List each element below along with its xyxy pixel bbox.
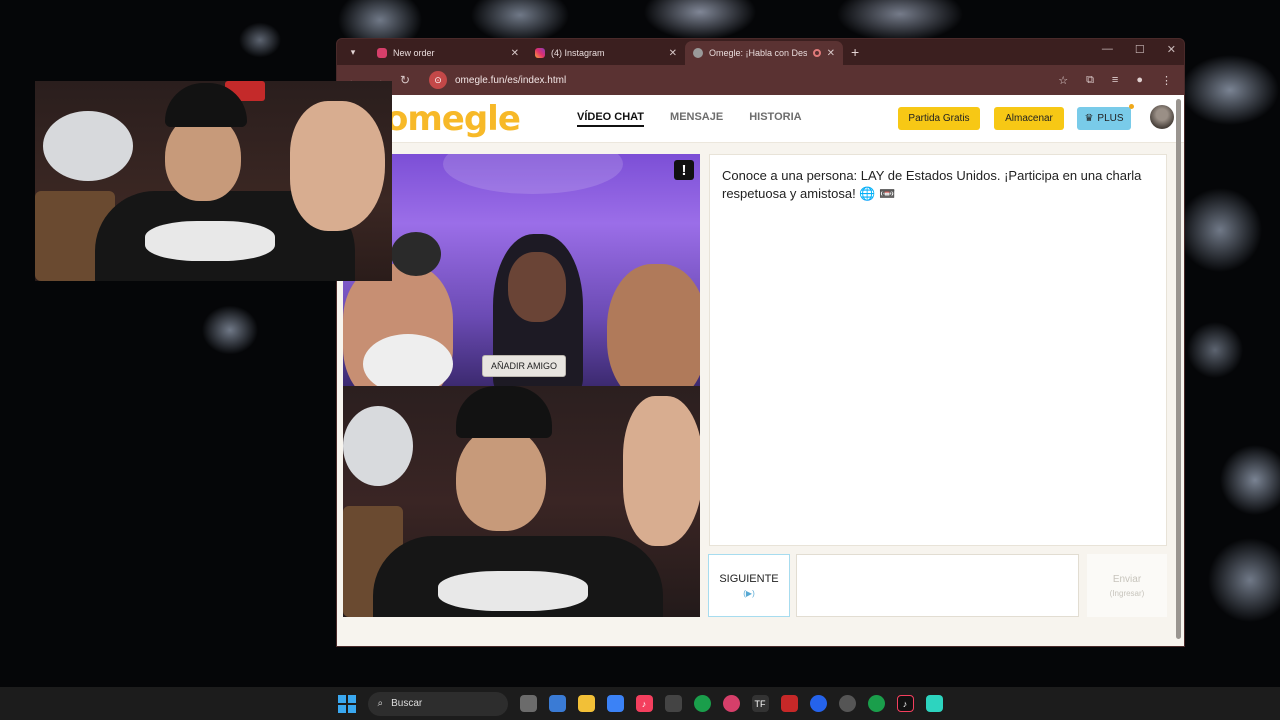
file-explorer-icon[interactable]	[577, 695, 595, 712]
nav-history[interactable]: HISTORIA	[749, 111, 801, 127]
camera-object	[391, 232, 441, 276]
chat-log: Conoce a una persona: LAY de Estados Uni…	[709, 154, 1167, 546]
app-icon[interactable]	[925, 695, 943, 712]
notification-dot	[1129, 104, 1134, 109]
media-control-icon[interactable]: ≡	[1112, 74, 1118, 87]
self-face	[456, 426, 546, 531]
left-person-shirt	[363, 334, 453, 386]
edge-icon[interactable]	[809, 695, 827, 712]
reload-icon[interactable]: ↻	[397, 73, 413, 87]
taskbar-search[interactable]: ⌕ Buscar	[367, 691, 508, 716]
browser-menu-icon[interactable]: ⋮	[1161, 74, 1172, 87]
recording-icon	[812, 49, 821, 57]
tab-search-icon[interactable]: ▾	[343, 42, 363, 62]
user-avatar[interactable]	[1150, 105, 1174, 129]
add-friend-button[interactable]: AÑADIR AMIGO	[482, 355, 567, 377]
omegle-page: omegle VÍDEO CHAT MENSAJE HISTORIA Parti…	[337, 95, 1184, 646]
close-tab-icon[interactable]: ✕	[827, 48, 835, 59]
search-icon: ⌕	[377, 698, 384, 709]
browser-window: ▾ New order ✕ (4) Instagram ✕ Omegle: ¡H…	[336, 38, 1185, 647]
screen-recorder-icon[interactable]	[722, 695, 740, 712]
obs-icon[interactable]	[838, 695, 856, 712]
center-person-face	[508, 252, 566, 322]
stranger-video: ! AÑADIR AMIGO	[343, 154, 700, 386]
tab-title: Omegle: ¡Habla con Descon	[709, 48, 807, 58]
crown-icon: ♛	[1084, 113, 1094, 124]
plus-label: PLUS	[1097, 113, 1124, 124]
app-icon[interactable]	[664, 695, 682, 712]
next-hint: (▶)	[743, 589, 755, 598]
tab-title: New order	[393, 48, 435, 58]
webcam-hand	[290, 101, 385, 231]
tiktok-icon[interactable]: ♪	[896, 695, 914, 712]
widgets-icon[interactable]	[548, 695, 566, 712]
shirt-graphic	[438, 571, 588, 611]
ceiling-light	[443, 154, 623, 194]
chrome-icon[interactable]	[693, 695, 711, 712]
tab-bar: ▾ New order ✕ (4) Instagram ✕ Omegle: ¡H…	[337, 39, 1184, 65]
shop-favicon-icon	[377, 48, 387, 58]
task-view-icon[interactable]	[519, 695, 537, 712]
self-cap	[456, 386, 552, 438]
send-button[interactable]: Enviar (Ingresar)	[1087, 554, 1167, 617]
omegle-logo[interactable]: omegle	[385, 99, 521, 139]
close-tab-icon[interactable]: ✕	[669, 48, 677, 59]
next-label: SIGUIENTE	[719, 573, 779, 585]
background-pillow	[343, 406, 413, 486]
tab-new-order[interactable]: New order ✕	[369, 41, 527, 65]
search-placeholder: Buscar	[391, 698, 423, 709]
tab-instagram[interactable]: (4) Instagram ✕	[527, 41, 685, 65]
store-icon[interactable]	[606, 695, 624, 712]
minimize-icon[interactable]: —	[1102, 43, 1113, 56]
message-input[interactable]	[796, 554, 1079, 617]
right-person	[607, 264, 700, 386]
plus-button[interactable]: ♛ PLUS	[1077, 104, 1134, 130]
nav-video-chat[interactable]: VÍDEO CHAT	[577, 111, 645, 127]
instagram-favicon-icon	[535, 48, 545, 58]
address-bar[interactable]: ⊙ omegle.fun/es/index.html	[423, 69, 1048, 91]
nav-message[interactable]: MENSAJE	[670, 111, 723, 127]
globe-favicon-icon	[693, 48, 703, 58]
profile-icon[interactable]: ●	[1136, 74, 1143, 87]
page-scrollbar[interactable]	[1176, 99, 1181, 639]
shirt-graphic	[145, 221, 275, 261]
self-hand	[623, 396, 700, 546]
tf-app-icon[interactable]: TF	[751, 695, 769, 712]
site-header: omegle VÍDEO CHAT MENSAJE HISTORIA Parti…	[337, 95, 1184, 143]
report-button[interactable]: !	[674, 160, 694, 180]
extensions-icon[interactable]: ⧉	[1086, 74, 1094, 87]
chrome-profile-icon[interactable]	[867, 695, 885, 712]
bookmark-star-icon[interactable]: ☆	[1058, 74, 1068, 87]
site-info-icon[interactable]: ⊙	[429, 71, 447, 89]
self-video	[343, 386, 700, 617]
close-tab-icon[interactable]: ✕	[511, 48, 519, 59]
store-button[interactable]: Almacenar	[994, 107, 1064, 130]
browser-toolbar: ← → ↻ ⊙ omegle.fun/es/index.html ☆ ⧉ ≡ ●…	[337, 65, 1184, 95]
next-button[interactable]: SIGUIENTE (▶)	[708, 554, 790, 617]
maximize-icon[interactable]: ☐	[1135, 43, 1145, 56]
system-message: Conoce a una persona: LAY de Estados Uni…	[722, 168, 1142, 201]
site-nav: VÍDEO CHAT MENSAJE HISTORIA	[577, 111, 802, 127]
url-text: omegle.fun/es/index.html	[455, 74, 567, 86]
close-window-icon[interactable]: ✕	[1167, 43, 1176, 56]
news-app-icon[interactable]	[780, 695, 798, 712]
windows-start-icon[interactable]	[337, 694, 356, 713]
music-icon[interactable]: ♪	[635, 695, 653, 712]
tab-title: (4) Instagram	[551, 48, 605, 58]
new-tab-plus-icon[interactable]: +	[851, 44, 859, 60]
webcam-overlay	[35, 81, 392, 281]
send-label: Enviar	[1112, 573, 1142, 585]
free-game-button[interactable]: Partida Gratis	[898, 107, 980, 130]
window-controls: — ☐ ✕	[1102, 43, 1176, 56]
send-hint: (Ingresar)	[1109, 588, 1145, 598]
tab-omegle[interactable]: Omegle: ¡Habla con Descon ✕	[685, 41, 843, 65]
taskbar: ⌕ Buscar ♪ TF ♪	[0, 687, 1280, 720]
background-pillow	[43, 111, 133, 181]
